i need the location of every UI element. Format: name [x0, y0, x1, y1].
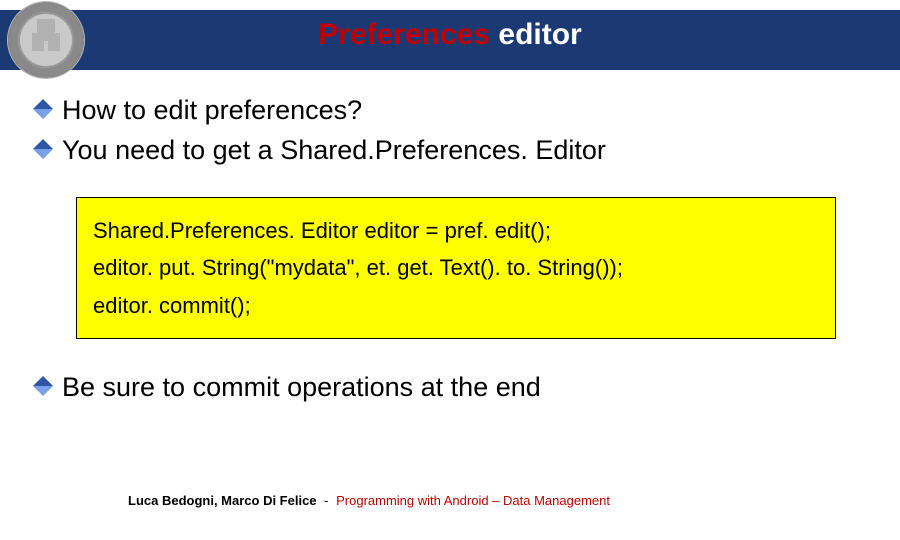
code-line: editor. commit(); [93, 287, 819, 324]
footer-authors: Luca Bedogni, Marco Di Felice [128, 493, 317, 508]
bullet-item: You need to get a Shared.Preferences. Ed… [36, 132, 864, 168]
diamond-bullet-icon [33, 376, 53, 396]
title-accent: Preferences [318, 18, 490, 51]
slide-body: How to edit preferences? You need to get… [36, 92, 864, 409]
footer-course: Programming with Android – Data Manageme… [336, 493, 610, 508]
slide: Preferences editor How to edit preferenc… [0, 0, 900, 540]
diamond-bullet-icon [33, 140, 53, 160]
bullet-text: You need to get a Shared.Preferences. Ed… [62, 135, 606, 165]
bullet-text: Be sure to commit operations at the end [62, 372, 541, 402]
footer-separator: - [321, 493, 333, 508]
code-block: Shared.Preferences. Editor editor = pref… [76, 197, 836, 339]
diamond-bullet-icon [33, 99, 53, 119]
title-rest: editor [490, 18, 582, 51]
bullet-text: How to edit preferences? [62, 95, 362, 125]
bullet-item: Be sure to commit operations at the end [36, 369, 864, 405]
bullet-item: How to edit preferences? [36, 92, 864, 128]
code-line: editor. put. String("mydata", et. get. T… [93, 249, 819, 286]
slide-title: Preferences editor [0, 18, 900, 52]
footer: Luca Bedogni, Marco Di Felice - Programm… [128, 493, 610, 508]
code-line: Shared.Preferences. Editor editor = pref… [93, 212, 819, 249]
